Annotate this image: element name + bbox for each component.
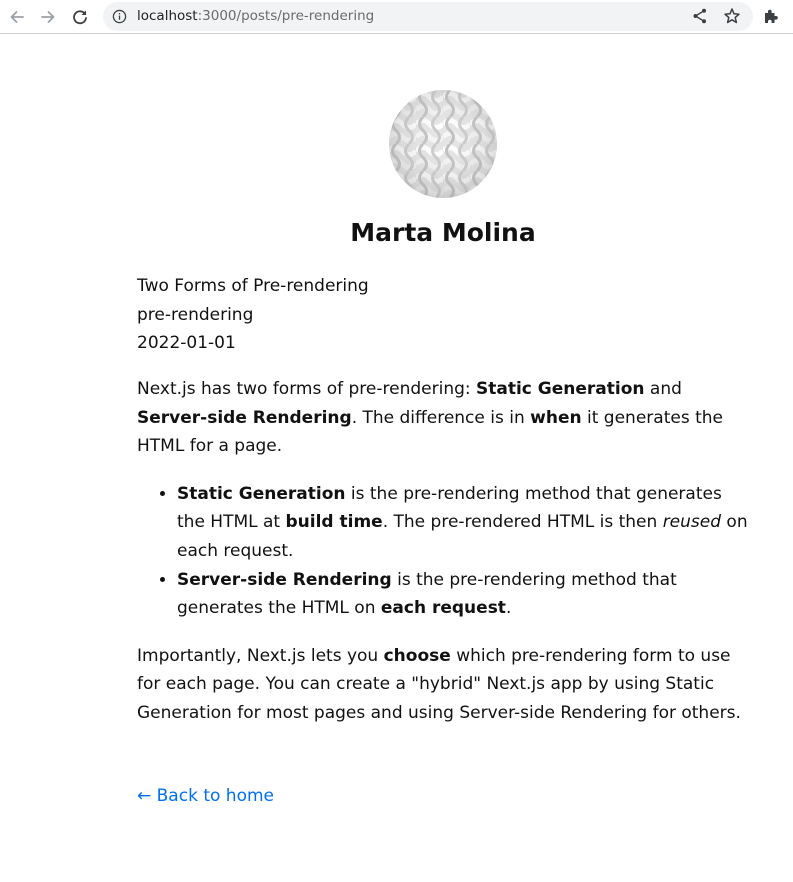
text-span: . The difference is in <box>351 407 531 428</box>
post-date: 2022-01-01 <box>137 333 236 353</box>
bold-span: when <box>530 407 582 428</box>
reload-icon <box>73 10 87 25</box>
text-span: . <box>505 598 512 619</box>
url-path: :3000/posts/pre-rendering <box>197 8 375 24</box>
bold-span: Static Generation <box>177 483 346 504</box>
bold-span: Server-side Rendering <box>177 569 392 590</box>
back-to-home-link[interactable]: ← Back to home <box>137 782 274 810</box>
post-body: Next.js has two forms of pre-rendering: … <box>137 375 749 747</box>
address-bar[interactable]: localhost:3000/posts/pre-rendering <box>103 2 753 31</box>
reload-button[interactable] <box>67 4 93 30</box>
closing-paragraph: Importantly, Next.js lets you choose whi… <box>137 642 749 728</box>
puzzle-icon[interactable] <box>761 6 781 26</box>
page-content: Marta Molina Two Forms of Pre-rendering … <box>0 35 793 882</box>
forms-list: Static Generation is the pre-rendering m… <box>137 480 749 623</box>
forward-button[interactable] <box>35 4 61 30</box>
profile-image <box>389 90 497 198</box>
bold-span: build time <box>285 512 383 533</box>
text-span: Importantly, Next.js lets you <box>137 645 384 666</box>
text-span: Next.js has two forms of pre-rendering: <box>137 379 477 399</box>
post-id: pre-rendering <box>137 304 254 325</box>
intro-paragraph: Next.js has two forms of pre-rendering: … <box>137 375 749 461</box>
browser-toolbar: localhost:3000/posts/pre-rendering <box>0 0 793 34</box>
bold-span: each request <box>380 598 506 619</box>
url-text[interactable]: localhost:3000/posts/pre-rendering <box>137 9 374 24</box>
url-host: localhost <box>137 8 198 24</box>
list-item: Static Generation is the pre-rendering m… <box>177 480 749 566</box>
share-icon[interactable] <box>691 7 709 25</box>
arrow-right-icon <box>41 11 55 23</box>
bold-span: Static Generation <box>476 379 645 399</box>
author-name: Marta Molina <box>350 218 536 247</box>
text-span: and <box>644 379 682 399</box>
post-meta: Two Forms of Pre-rendering pre-rendering… <box>137 272 749 358</box>
star-icon[interactable] <box>723 7 741 25</box>
avatar <box>389 90 497 198</box>
info-icon[interactable] <box>112 9 127 24</box>
arrow-left-icon <box>10 11 24 23</box>
text-span: . The pre-rendered HTML is then <box>382 512 663 533</box>
bold-span: Server-side Rendering <box>137 407 352 428</box>
post-title: Two Forms of Pre-rendering <box>137 276 369 296</box>
list-item: Server-side Rendering is the pre-renderi… <box>177 566 749 623</box>
bold-span: choose <box>383 645 451 666</box>
back-button[interactable] <box>4 4 30 30</box>
italic-span: reused <box>662 512 722 533</box>
